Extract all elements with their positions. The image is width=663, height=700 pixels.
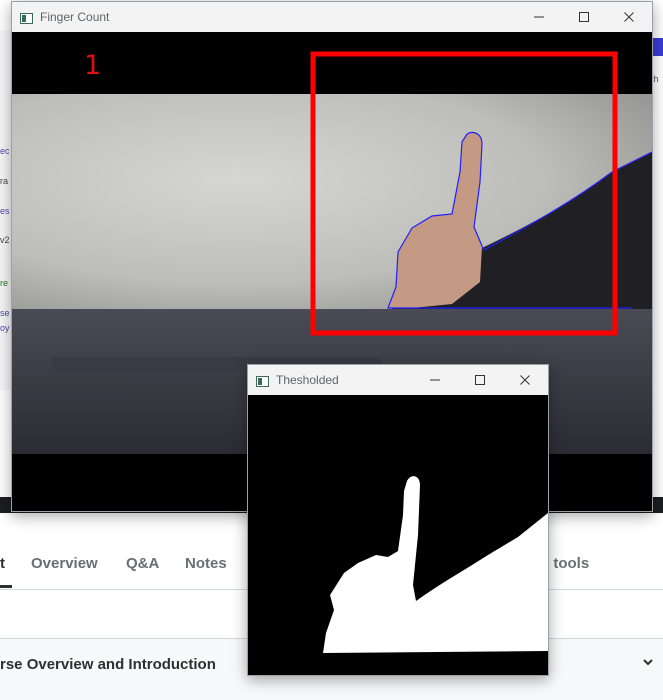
tab-overview[interactable]: Overview [31,555,98,572]
window-title: Thesholded [276,373,339,387]
chevron-down-icon[interactable] [641,655,655,674]
maximize-icon[interactable] [457,365,503,395]
window-app-icon [20,11,33,24]
active-tab-underline [0,585,12,588]
tab-qa[interactable]: Q&A [126,555,159,572]
window-title-bar[interactable]: Thesholded [248,365,548,395]
window-title-bar[interactable]: Finger Count [12,2,652,32]
close-icon[interactable] [502,365,548,395]
binary-mask-image [248,395,548,675]
minimize-icon[interactable] [516,2,562,32]
finger-count-label: 1 [84,50,102,81]
threshold-mask [248,395,548,675]
maximize-icon[interactable] [561,2,607,32]
section-title: rse Overview and Introduction [0,656,216,673]
tab-notes[interactable]: Notes [185,555,227,572]
close-icon[interactable] [606,2,652,32]
window-title: Finger Count [40,10,110,24]
tab-content[interactable]: t [0,555,5,572]
thresholded-window[interactable]: Thesholded [247,364,549,676]
minimize-icon[interactable] [412,365,458,395]
window-app-icon [256,374,269,387]
